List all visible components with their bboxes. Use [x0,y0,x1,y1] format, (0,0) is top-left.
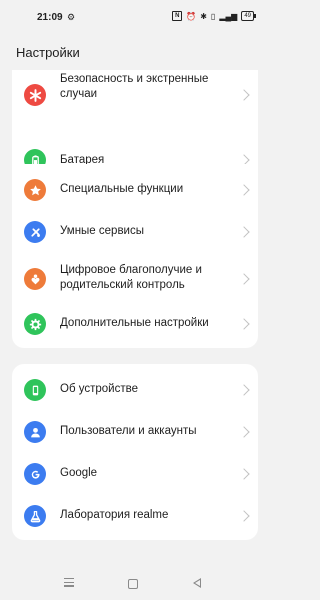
settings-item-label: Безопасность и экстренные случаи [60,73,209,100]
settings-item-label: Об устройстве [60,383,138,395]
settings-item-users-accounts[interactable]: Пользователи и аккаунты [12,412,258,452]
settings-item-digital-wellbeing[interactable]: Цифровое благополучие и родительский кон… [12,256,258,302]
chevron-right-icon [238,89,250,101]
user-icon [24,421,46,443]
status-icons: N ⏰ ✱ ▯ ▂▄▆ 49 [172,11,256,21]
settings-notification-icon: ⚙ [67,12,76,22]
battery-level: 49 [241,11,256,21]
bluetooth-icon: ✱ [200,11,207,21]
settings-card-3: Об устройстве Пользователи и аккаунты Go… [12,364,258,540]
signal-icon: ▂▄▆ [219,11,238,21]
settings-item-label: Умные сервисы [60,225,144,237]
settings-item-label: Специальные функции [60,183,184,195]
vibrate-icon: ▯ [210,11,216,21]
title-bar: Настройки [0,34,270,70]
google-icon [24,463,46,485]
settings-item-label: Дополнительные настройки [60,317,209,329]
chevron-right-icon [238,426,250,438]
page-title: Настройки [16,45,80,60]
phone-icon [24,379,46,401]
status-time: 21:09 [37,12,63,23]
chevron-right-icon [238,273,250,285]
home-button[interactable] [128,579,138,589]
emergency-asterisk-icon [24,84,46,106]
settings-card-2: Специальные функции Умные сервисы Цифров… [12,164,258,348]
chevron-right-icon [238,384,250,396]
alarm-icon: ⏰ [186,11,197,21]
smart-services-icon [24,221,46,243]
chevron-right-icon [238,468,250,480]
chevron-right-icon [238,510,250,522]
gear-icon [24,313,46,335]
settings-list[interactable]: Безопасность и экстренные случаи Батарея… [0,66,270,566]
star-icon [24,179,46,201]
navigation-bar [0,566,270,600]
chevron-right-icon [238,318,250,330]
chevron-right-icon [238,184,250,196]
recent-apps-button[interactable] [64,578,74,589]
settings-item-label: Лаборатория realme [60,509,169,521]
settings-item-additional[interactable]: Дополнительные настройки [12,304,258,344]
settings-item-label: Пользователи и аккаунты [60,425,197,437]
heart-person-icon [24,268,46,290]
settings-item-about-device[interactable]: Об устройстве [12,370,258,410]
settings-item-label: Google [60,467,98,479]
settings-item-smart-services[interactable]: Умные сервисы [12,212,258,252]
flask-icon [24,505,46,527]
settings-item-safety[interactable]: Безопасность и экстренные случаи [12,70,258,120]
chevron-right-icon [238,226,250,238]
settings-item-realme-lab[interactable]: Лаборатория realme [12,496,258,536]
status-bar: 21:09 ⚙ N ⏰ ✱ ▯ ▂▄▆ 49 [0,0,270,34]
settings-item-google[interactable]: Google [12,454,258,494]
settings-item-accessibility[interactable]: Специальные функции [12,170,258,210]
nfc-icon: N [172,11,183,21]
settings-item-label: Цифровое благополучие и родительский кон… [60,264,202,291]
back-button[interactable] [193,578,201,588]
